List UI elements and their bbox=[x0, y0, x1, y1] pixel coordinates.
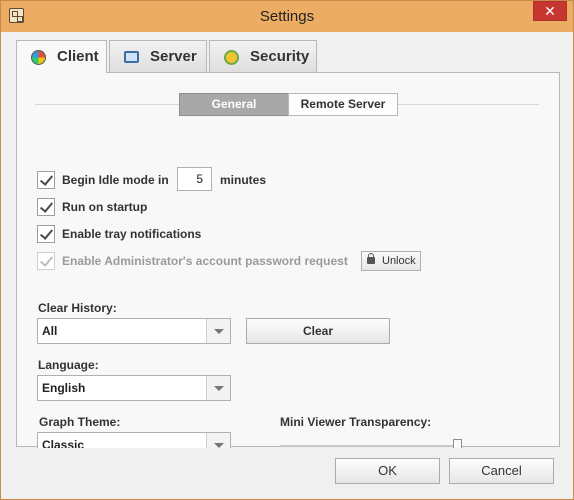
subtab-remote-server[interactable]: Remote Server bbox=[288, 93, 398, 116]
clear-history-select[interactable]: All bbox=[37, 318, 231, 344]
tab-client-label: Client bbox=[57, 48, 99, 65]
clear-history-label: Clear History: bbox=[38, 301, 117, 315]
admin-password-label: Enable Administrator's account password … bbox=[62, 254, 348, 268]
language-value: English bbox=[42, 381, 86, 395]
settings-window: Settings ✕ Client Server Security Genera… bbox=[0, 0, 574, 500]
tab-server-label: Server bbox=[150, 48, 197, 65]
tab-client[interactable]: Client bbox=[16, 40, 107, 73]
lock-icon bbox=[367, 253, 375, 264]
chevron-down-icon[interactable] bbox=[206, 376, 230, 400]
subtab-general[interactable]: General bbox=[179, 93, 289, 116]
language-label: Language: bbox=[38, 358, 99, 372]
run-on-startup-label: Run on startup bbox=[62, 200, 148, 214]
dialog-footer: OK Cancel bbox=[2, 448, 573, 499]
chevron-down-icon[interactable] bbox=[206, 319, 230, 343]
monitor-icon bbox=[124, 51, 139, 63]
title-bar[interactable]: Settings ✕ bbox=[1, 1, 573, 32]
mini-viewer-label: Mini Viewer Transparency: bbox=[280, 415, 432, 429]
admin-password-checkbox bbox=[37, 252, 55, 270]
transparency-slider-track[interactable] bbox=[280, 445, 462, 447]
minutes-label: minutes bbox=[220, 173, 267, 187]
idle-mode-label: Begin Idle mode in bbox=[62, 173, 169, 187]
idle-mode-checkbox[interactable] bbox=[37, 171, 55, 189]
ok-button[interactable]: OK bbox=[335, 458, 440, 484]
graph-theme-label: Graph Theme: bbox=[39, 415, 121, 429]
client-icon bbox=[31, 50, 46, 65]
tab-server[interactable]: Server bbox=[109, 40, 207, 72]
tray-notifications-checkbox[interactable] bbox=[37, 225, 55, 243]
window-title: Settings bbox=[259, 8, 315, 25]
run-on-startup-checkbox[interactable] bbox=[37, 198, 55, 216]
unlock-button[interactable]: Unlock bbox=[361, 251, 421, 271]
cancel-button[interactable]: Cancel bbox=[449, 458, 554, 484]
close-button[interactable]: ✕ bbox=[533, 1, 567, 21]
unlock-label: Unlock bbox=[382, 255, 416, 267]
clear-history-value: All bbox=[42, 324, 58, 338]
settings-content: Client Server Security General Remote Se… bbox=[2, 32, 573, 499]
tab-security[interactable]: Security bbox=[209, 40, 317, 72]
clear-button[interactable]: Clear bbox=[246, 318, 390, 344]
tray-notifications-label: Enable tray notifications bbox=[62, 227, 202, 241]
security-icon bbox=[224, 50, 239, 65]
language-select[interactable]: English bbox=[37, 375, 231, 401]
tab-security-label: Security bbox=[250, 48, 310, 65]
idle-minutes-input[interactable]: 5 bbox=[177, 167, 212, 191]
client-panel: General Remote Server Begin Idle mode in… bbox=[16, 72, 560, 458]
